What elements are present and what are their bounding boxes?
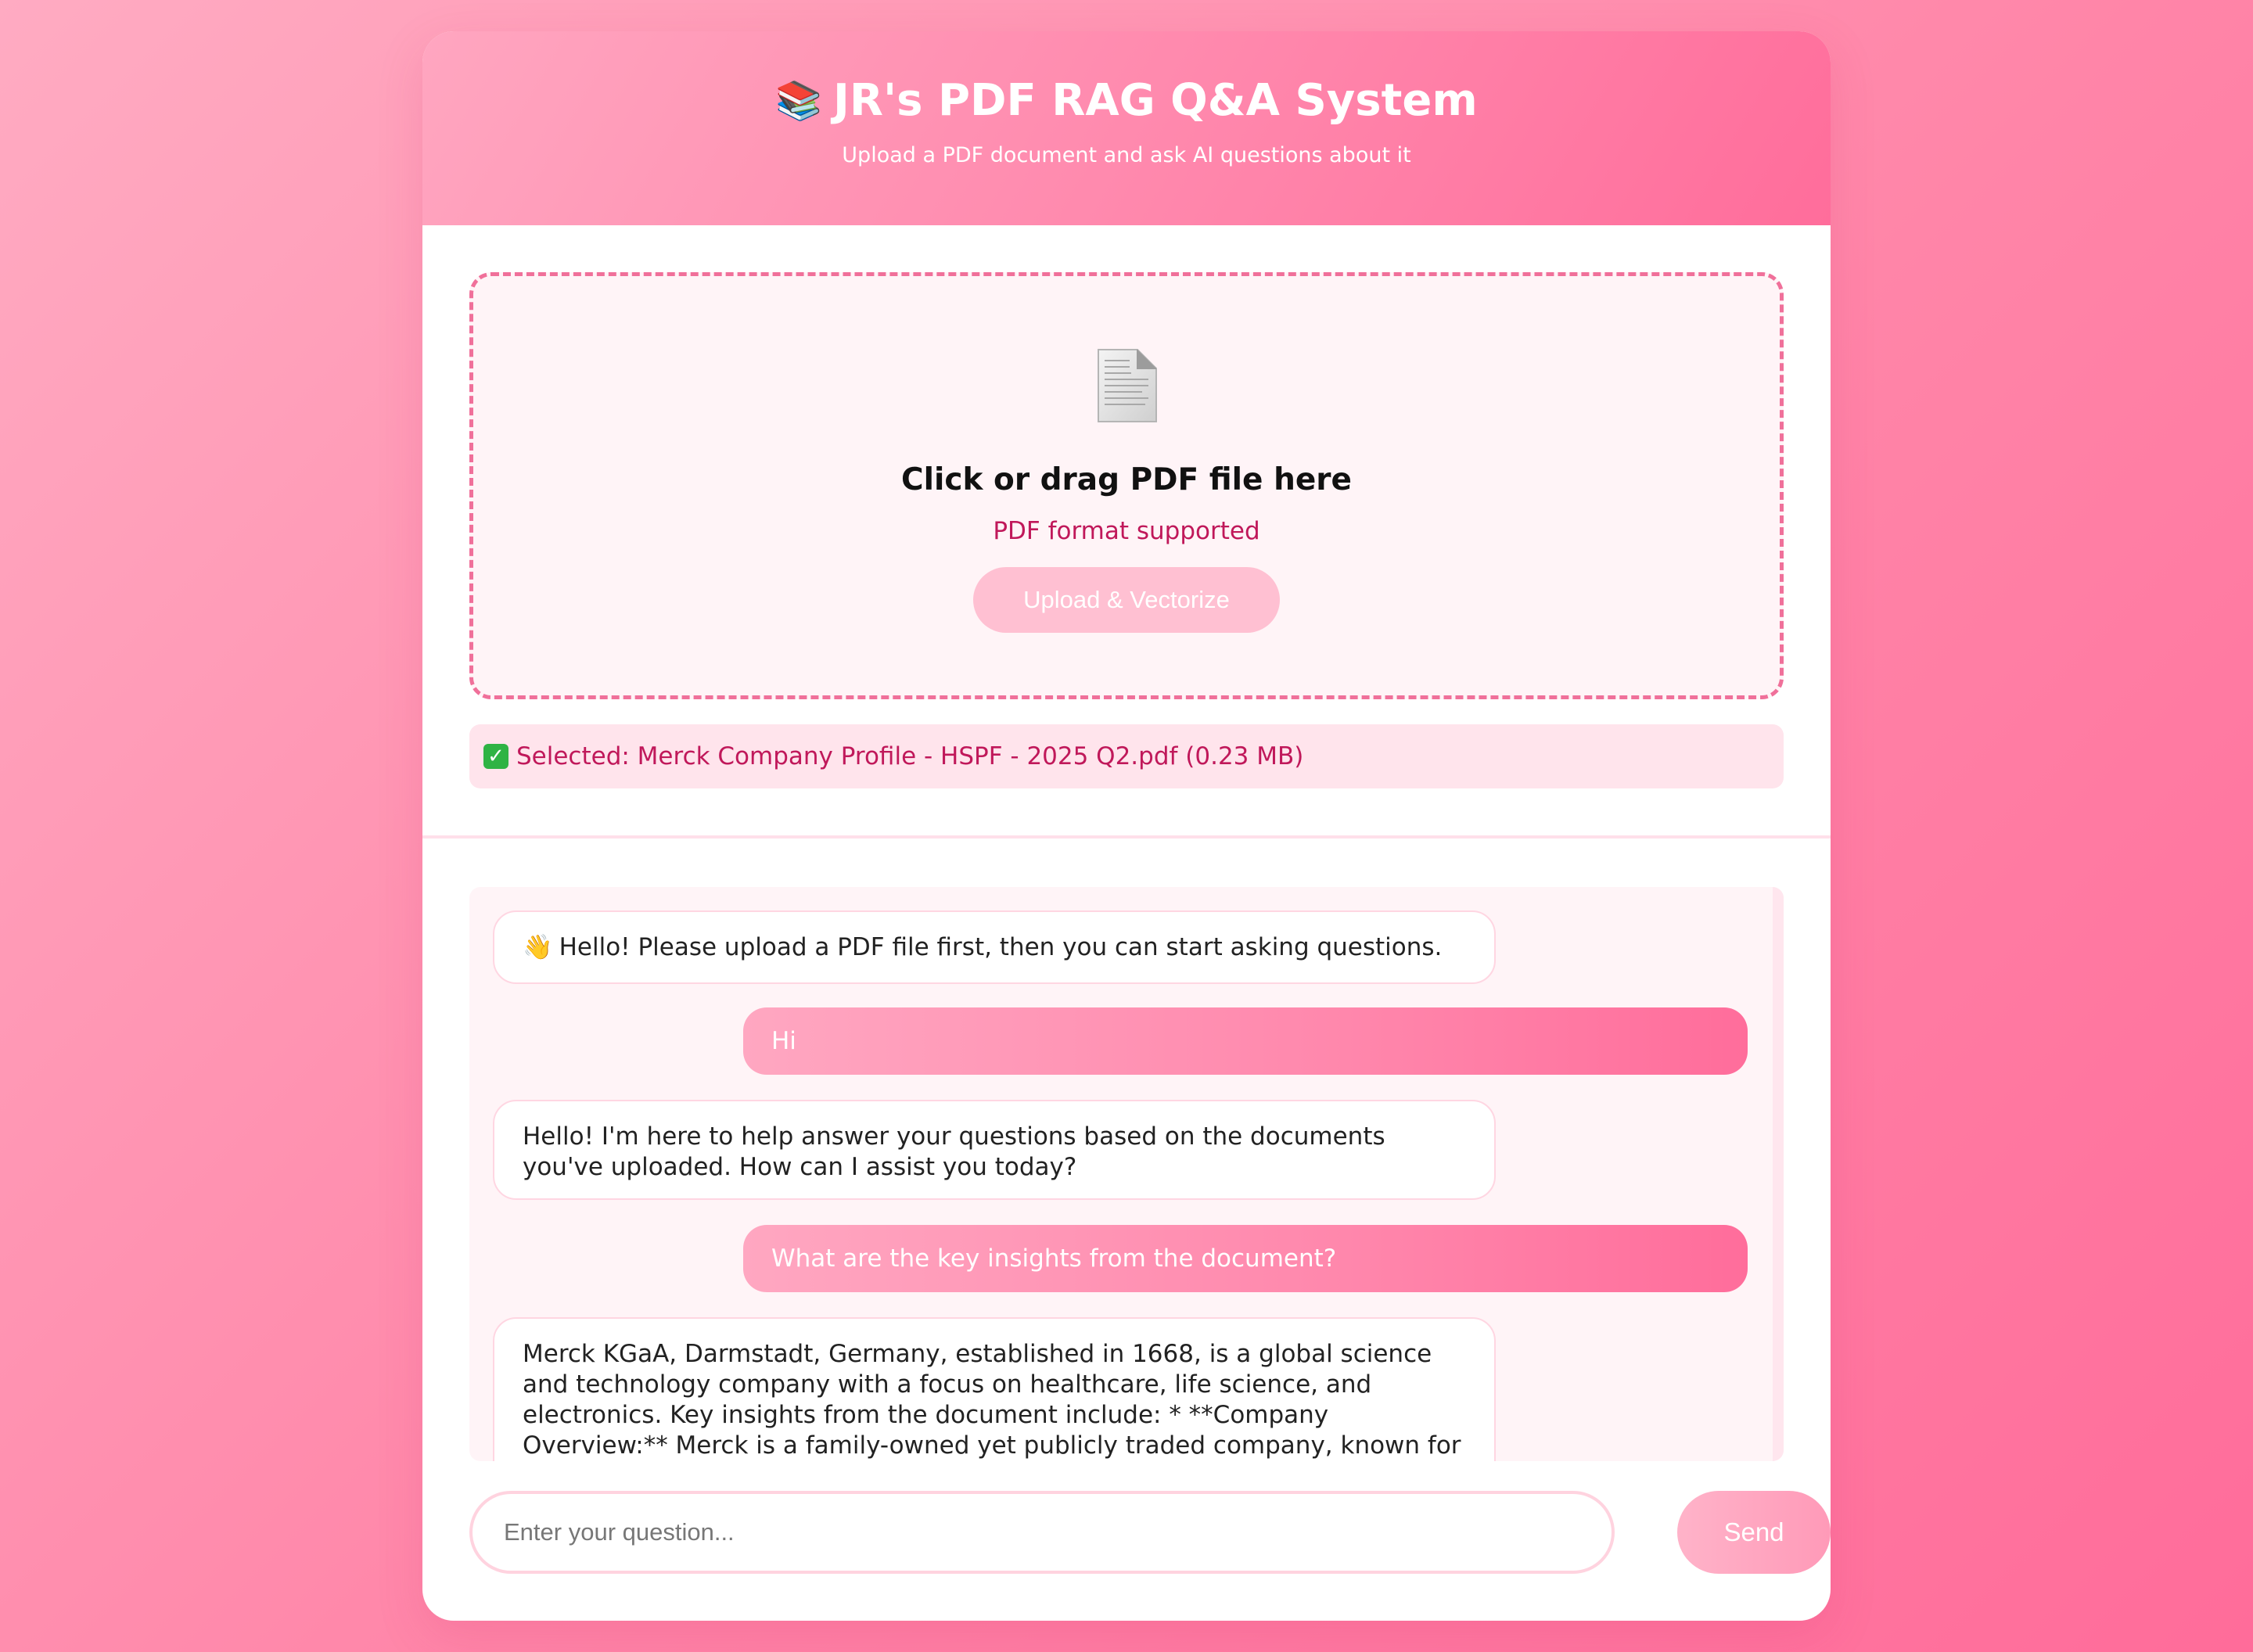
app-card: 📚 JR's PDF RAG Q&A System Upload a PDF d… <box>422 31 1831 1621</box>
question-input[interactable] <box>469 1491 1615 1574</box>
section-divider <box>422 835 1831 839</box>
dropzone-title: Click or drag PDF file here <box>901 462 1352 497</box>
books-icon: 📚 <box>775 78 823 123</box>
send-button[interactable]: Send <box>1677 1491 1831 1574</box>
chat-message-text: Hi <box>771 1026 796 1055</box>
page-subtitle: Upload a PDF document and ask AI questio… <box>842 143 1411 167</box>
dropzone-hint: PDF format supported <box>993 517 1260 545</box>
selected-file-text: Selected: Merck Company Profile - HSPF -… <box>516 742 1304 770</box>
selected-file-status: ✓ Selected: Merck Company Profile - HSPF… <box>469 724 1784 788</box>
page-title: JR's PDF RAG Q&A System <box>833 75 1478 126</box>
chat-message-user: What are the key insights from the docum… <box>743 1225 1748 1292</box>
chat-message-bot: Hello! I'm here to help answer your ques… <box>493 1100 1496 1200</box>
upload-section: Click or drag PDF file here PDF format s… <box>422 272 1831 788</box>
chat-message-bot: 👋 Hello! Please upload a PDF file first,… <box>493 910 1496 984</box>
chat-message-text: Hello! Please upload a PDF file first, t… <box>559 932 1443 961</box>
question-input-row: Send <box>469 1491 1831 1574</box>
wave-icon: 👋 <box>523 932 553 961</box>
document-icon <box>1098 349 1157 422</box>
header: 📚 JR's PDF RAG Q&A System Upload a PDF d… <box>422 31 1831 225</box>
chat-message-user: Hi <box>743 1007 1748 1075</box>
pdf-dropzone[interactable]: Click or drag PDF file here PDF format s… <box>469 272 1784 699</box>
title-row: 📚 JR's PDF RAG Q&A System <box>422 75 1831 126</box>
check-icon: ✓ <box>483 744 508 769</box>
chat-message-text: Merck KGaA, Darmstadt, Germany, establis… <box>523 1340 1461 1460</box>
chat-scrollbar[interactable] <box>1773 887 1784 1461</box>
chat-message-text: What are the key insights from the docum… <box>771 1244 1337 1273</box>
chat-messages[interactable]: 👋 Hello! Please upload a PDF file first,… <box>469 887 1784 1461</box>
chat-message-bot: Merck KGaA, Darmstadt, Germany, establis… <box>493 1317 1496 1461</box>
upload-vectorize-button[interactable]: Upload & Vectorize <box>973 567 1280 633</box>
chat-message-text: Hello! I'm here to help answer your ques… <box>523 1122 1385 1181</box>
